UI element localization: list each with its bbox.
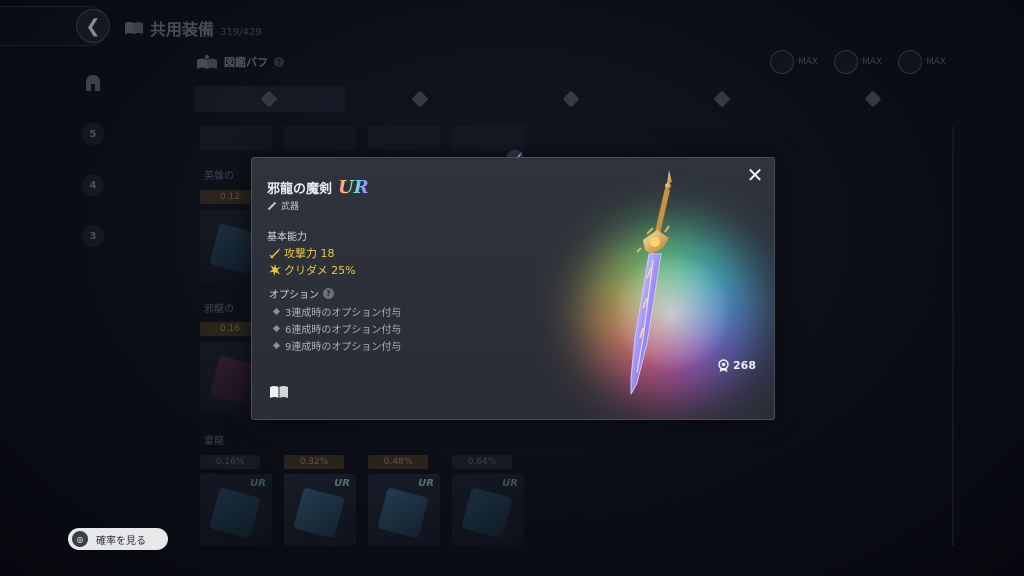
weapon-type-icon <box>267 201 277 210</box>
attack-icon <box>269 248 280 259</box>
power-score: 268 <box>717 359 756 372</box>
probability-icon: ◎ <box>72 531 88 547</box>
bullet-icon <box>272 341 281 350</box>
item-name-row: 邪龍の魔剣 UR <box>267 178 369 197</box>
option-item: 3連成時のオプション付与 <box>272 304 401 319</box>
book-icon[interactable] <box>269 385 289 399</box>
crit-damage-icon <box>269 264 281 276</box>
item-name: 邪龍の魔剣 <box>267 182 333 197</box>
medal-icon <box>718 359 729 372</box>
view-probability-button[interactable]: ◎ 確率を見る <box>68 528 168 550</box>
bullet-icon <box>272 324 281 333</box>
close-icon: ✕ <box>746 163 764 187</box>
item-detail-modal: ✕ 邪龍の魔剣 UR 武器 基本能力 攻撃力 18 クリダメ 25% オプション… <box>251 157 775 420</box>
option-item: 9連成時のオプション付与 <box>272 338 401 353</box>
option-item: 6連成時のオプション付与 <box>272 321 401 336</box>
stat-crit-damage: クリダメ 25% <box>269 262 356 278</box>
item-type: 武器 <box>281 202 300 212</box>
rarity-badge: UR <box>338 176 369 198</box>
bullet-icon <box>272 307 281 316</box>
close-button[interactable]: ✕ <box>744 163 766 187</box>
help-icon[interactable]: ? <box>323 288 334 299</box>
stat-attack: 攻撃力 18 <box>269 245 335 261</box>
basic-stats-title: 基本能力 <box>267 232 307 243</box>
options-title-row: オプション ? <box>269 286 334 301</box>
demon-dragon-sword-image <box>630 170 672 395</box>
options-title: オプション <box>269 290 319 301</box>
item-type-row: 武器 <box>267 199 299 212</box>
